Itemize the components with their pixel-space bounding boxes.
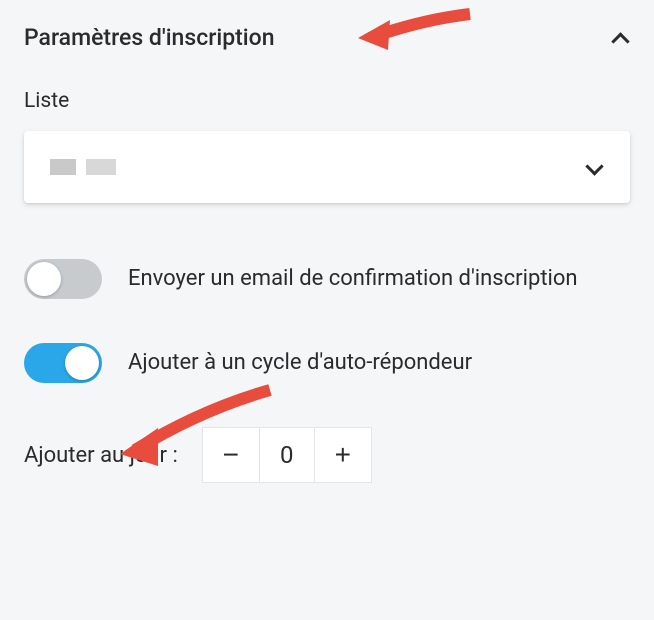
section-header[interactable]: Paramètres d'inscription bbox=[24, 24, 630, 51]
stepper-row: Ajouter au jour : − 0 + bbox=[24, 427, 630, 483]
redacted-block bbox=[50, 159, 76, 175]
stepper-value: 0 bbox=[259, 428, 315, 482]
toggle-row-confirm-email: Envoyer un email de confirmation d'inscr… bbox=[24, 259, 630, 299]
list-dropdown[interactable] bbox=[24, 131, 630, 203]
stepper-decrement-button[interactable]: − bbox=[203, 428, 259, 482]
stepper-increment-button[interactable]: + bbox=[315, 428, 371, 482]
stepper-label: Ajouter au jour : bbox=[24, 443, 178, 468]
day-stepper: − 0 + bbox=[202, 427, 372, 483]
chevron-down-icon[interactable] bbox=[586, 158, 604, 176]
section-title: Paramètres d'inscription bbox=[24, 24, 275, 51]
toggle-confirm-email-label: Envoyer un email de confirmation d'inscr… bbox=[128, 265, 578, 294]
list-label: Liste bbox=[24, 89, 630, 113]
toggle-autoresponder-label: Ajouter à un cycle d'auto-répondeur bbox=[128, 349, 472, 378]
toggle-autoresponder[interactable] bbox=[24, 343, 102, 383]
toggle-knob bbox=[65, 346, 99, 380]
list-dropdown-value bbox=[50, 159, 116, 175]
redacted-block bbox=[86, 159, 116, 175]
toggle-row-autoresponder: Ajouter à un cycle d'auto-répondeur bbox=[24, 343, 630, 383]
toggle-confirm-email[interactable] bbox=[24, 259, 102, 299]
toggle-knob bbox=[27, 262, 61, 296]
chevron-up-icon[interactable] bbox=[612, 29, 630, 47]
